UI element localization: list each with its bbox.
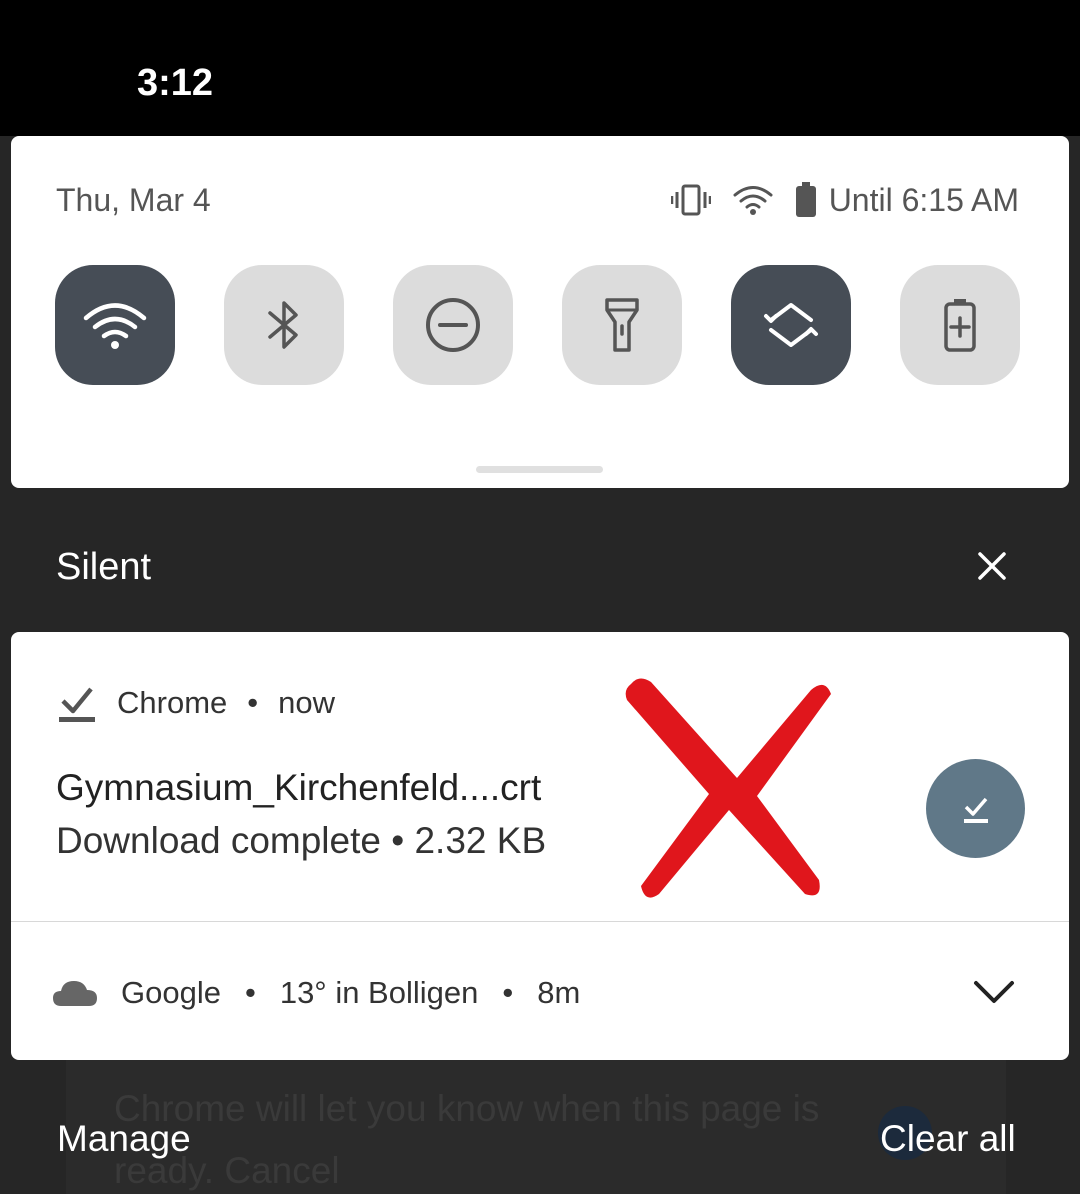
- vibrate-icon: [670, 183, 711, 217]
- notification-app-name: Chrome: [117, 685, 228, 720]
- tile-flashlight[interactable]: [562, 265, 682, 385]
- expand-button[interactable]: [971, 976, 1017, 1008]
- cloud-icon: [53, 981, 97, 1006]
- chevron-down-icon: [974, 981, 1014, 1003]
- battery-icon: [795, 182, 817, 218]
- drag-handle[interactable]: [476, 466, 603, 473]
- open-download-button[interactable]: [926, 759, 1025, 858]
- download-done-icon: [963, 797, 988, 823]
- separator-dot: •: [247, 685, 259, 720]
- auto-rotate-icon: [764, 303, 818, 347]
- battery-saver-icon: [944, 299, 976, 352]
- download-done-icon: [59, 687, 95, 722]
- notification-card: Chrome • now Gymnasium_Kirchenfeld....cr…: [11, 632, 1069, 1060]
- notification-time: 8m: [537, 975, 581, 1010]
- notification-summary: 13° in Bolligen: [279, 975, 479, 1010]
- notification-weather[interactable]: Google • 13° in Bolligen • 8m: [51, 970, 580, 1016]
- status-icons: Until 6:15 AM: [670, 180, 1019, 220]
- notification-header: Chrome • now: [55, 680, 335, 726]
- manage-button[interactable]: Manage: [57, 1118, 191, 1160]
- do-not-disturb-icon: [426, 298, 480, 352]
- quick-settings-tiles: [55, 265, 1020, 385]
- bluetooth-icon: [268, 301, 298, 349]
- notification-text[interactable]: Download complete • 2.32 KB: [56, 820, 546, 862]
- tile-wifi[interactable]: [55, 265, 175, 385]
- tile-auto-rotate[interactable]: [731, 265, 851, 385]
- clear-all-button[interactable]: Clear all: [880, 1118, 1016, 1160]
- separator-dot: •: [244, 975, 256, 1010]
- tile-do-not-disturb[interactable]: [393, 265, 513, 385]
- tile-battery-saver[interactable]: [900, 265, 1020, 385]
- date-label: Thu, Mar 4: [56, 182, 211, 218]
- dismiss-section-button[interactable]: [972, 546, 1012, 586]
- battery-estimate: Until 6:15 AM: [828, 181, 1019, 218]
- tile-bluetooth[interactable]: [224, 265, 344, 385]
- notification-divider: [11, 921, 1069, 922]
- red-x-annotation: [625, 678, 831, 898]
- status-bar: 3:12: [0, 0, 1080, 136]
- notification-app-name: Google: [121, 975, 221, 1010]
- background-text: Chrome will let you know when this page …: [114, 1088, 820, 1191]
- wifi-icon: [83, 303, 147, 349]
- notification-time: now: [278, 685, 335, 720]
- notification-title[interactable]: Gymnasium_Kirchenfeld....crt: [56, 767, 541, 809]
- separator-dot: •: [502, 975, 514, 1010]
- close-icon: [978, 552, 1006, 580]
- clock: 3:12: [137, 62, 214, 104]
- wifi-signal-icon: [733, 184, 773, 216]
- quick-settings-panel: Thu, Mar 4 Until 6:15 AM: [11, 136, 1069, 488]
- flashlight-icon: [605, 298, 639, 352]
- section-title: Silent: [56, 546, 152, 588]
